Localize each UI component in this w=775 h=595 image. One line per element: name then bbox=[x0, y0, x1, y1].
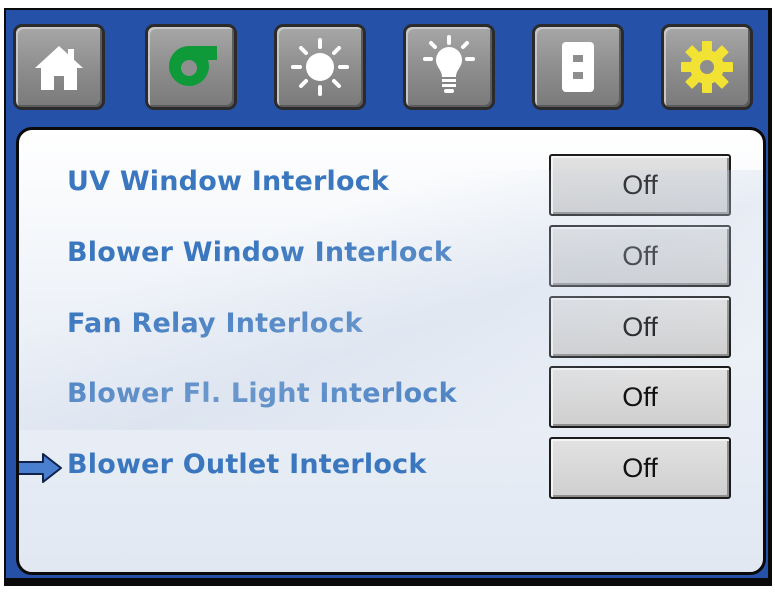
outlet-button[interactable] bbox=[532, 24, 624, 110]
outlet-icon bbox=[562, 42, 594, 92]
interlock-row-uv-window: UV Window Interlock Off bbox=[19, 154, 763, 218]
interlock-row-fan-relay: Fan Relay Interlock Off bbox=[19, 296, 763, 360]
blower-fl-light-interlock-toggle[interactable]: Off bbox=[549, 366, 731, 428]
home-button[interactable] bbox=[13, 24, 105, 110]
uv-window-interlock-toggle[interactable]: Off bbox=[549, 154, 731, 216]
interlock-row-blower-outlet: Blower Outlet Interlock Off bbox=[19, 437, 763, 501]
settings-button[interactable] bbox=[661, 24, 753, 110]
light-bulb-icon bbox=[423, 35, 475, 93]
blower-button[interactable] bbox=[145, 24, 237, 110]
interlock-row-blower-window: Blower Window Interlock Off bbox=[19, 225, 763, 289]
uv-light-button[interactable] bbox=[274, 24, 366, 110]
interlock-label: Blower Fl. Light Interlock bbox=[67, 378, 457, 409]
interlock-panel: UV Window Interlock Off Blower Window In… bbox=[16, 127, 766, 575]
blower-icon bbox=[169, 46, 217, 86]
home-icon bbox=[35, 46, 83, 90]
selection-arrow-icon bbox=[19, 453, 62, 483]
interlock-label: Fan Relay Interlock bbox=[67, 308, 363, 339]
blower-window-interlock-toggle[interactable]: Off bbox=[549, 225, 731, 287]
fan-relay-interlock-toggle[interactable]: Off bbox=[549, 296, 731, 358]
interlock-label: UV Window Interlock bbox=[67, 166, 390, 197]
gear-icon bbox=[681, 41, 733, 93]
interlock-label: Blower Outlet Interlock bbox=[67, 449, 427, 480]
toolbar bbox=[8, 14, 768, 126]
interlock-row-blower-fl-light: Blower Fl. Light Interlock Off bbox=[19, 366, 763, 430]
blower-outlet-interlock-toggle[interactable]: Off bbox=[549, 437, 731, 499]
light-button[interactable] bbox=[403, 24, 495, 110]
interlock-label: Blower Window Interlock bbox=[67, 237, 452, 268]
sun-icon bbox=[291, 38, 349, 96]
